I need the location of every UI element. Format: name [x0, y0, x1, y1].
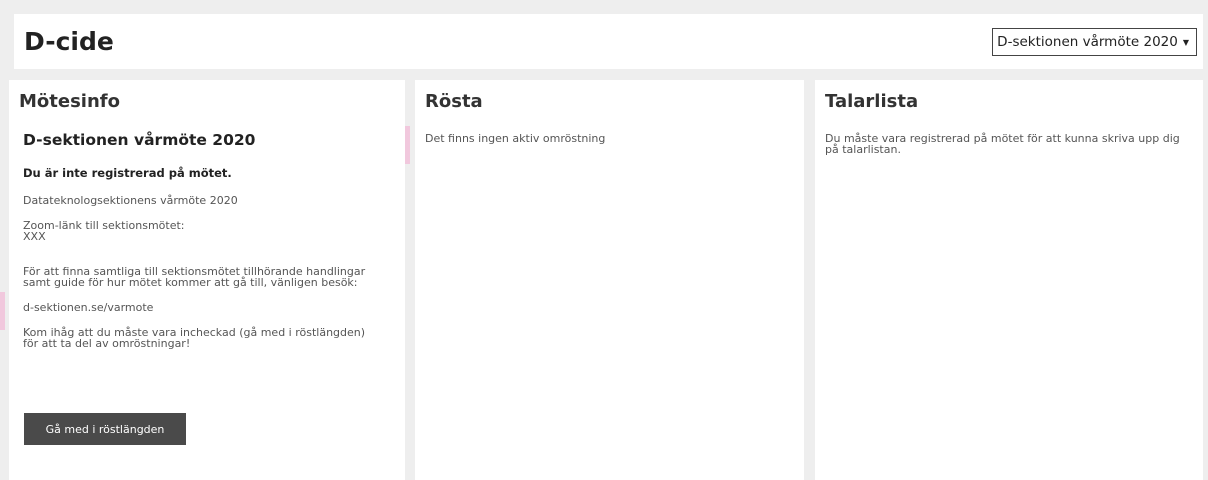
meeting-select-value: D-sektionen vårmöte 2020: [997, 34, 1178, 50]
caret-down-icon: ▼: [1182, 37, 1189, 47]
meeting-info-title: Mötesinfo: [19, 91, 120, 112]
join-voting-roll-button[interactable]: Gå med i röstlängden: [24, 413, 186, 445]
meeting-name: D-sektionen vårmöte 2020: [23, 131, 256, 149]
app-title: D-cide: [24, 27, 114, 56]
meeting-select[interactable]: D-sektionen vårmöte 2020 ▼: [992, 28, 1197, 56]
app-header: D-cide D-sektionen vårmöte 2020 ▼: [14, 14, 1203, 69]
speakers-title: Talarlista: [825, 91, 919, 112]
website-link[interactable]: d-sektionen.se/varmote: [23, 302, 395, 313]
speakers-panel: Talarlista Du måste vara registrerad på …: [815, 80, 1203, 480]
documents-line-2: samt guide för hur mötet kommer att gå t…: [23, 276, 358, 289]
speakers-body: Du måste vara registrerad på mötet för a…: [825, 133, 1193, 155]
speakers-notice: Du måste vara registrerad på mötet för a…: [825, 133, 1193, 155]
vote-title: Rösta: [425, 91, 483, 112]
vote-body: Det finns ingen aktiv omröstning: [425, 133, 794, 144]
meeting-info-body: D-sektionen vårmöte 2020 Du är inte regi…: [23, 128, 395, 349]
accent-mark: [0, 292, 5, 330]
checkin-reminder: Kom ihåg att du måste vara incheckad (gå…: [23, 327, 395, 349]
vote-status: Det finns ingen aktiv omröstning: [425, 132, 606, 145]
accent-mark: [405, 126, 410, 164]
zoom-link: XXX: [23, 230, 46, 243]
meeting-description: Datateknologsektionens vårmöte 2020: [23, 194, 238, 207]
vote-panel: Rösta Det finns ingen aktiv omröstning: [405, 80, 804, 480]
documents-info: För att finna samtliga till sektionsmöte…: [23, 266, 395, 288]
registration-status: Du är inte registrerad på mötet.: [23, 166, 232, 180]
speakers-notice-line-2: på talarlistan.: [825, 143, 901, 156]
zoom-label: Zoom-länk till sektionsmötet:: [23, 219, 185, 232]
reminder-line-2: för att ta del av omröstningar!: [23, 337, 191, 350]
zoom-info: Zoom-länk till sektionsmötet: XXX: [23, 220, 395, 242]
meeting-info-panel: Mötesinfo D-sektionen vårmöte 2020 Du är…: [0, 80, 405, 480]
